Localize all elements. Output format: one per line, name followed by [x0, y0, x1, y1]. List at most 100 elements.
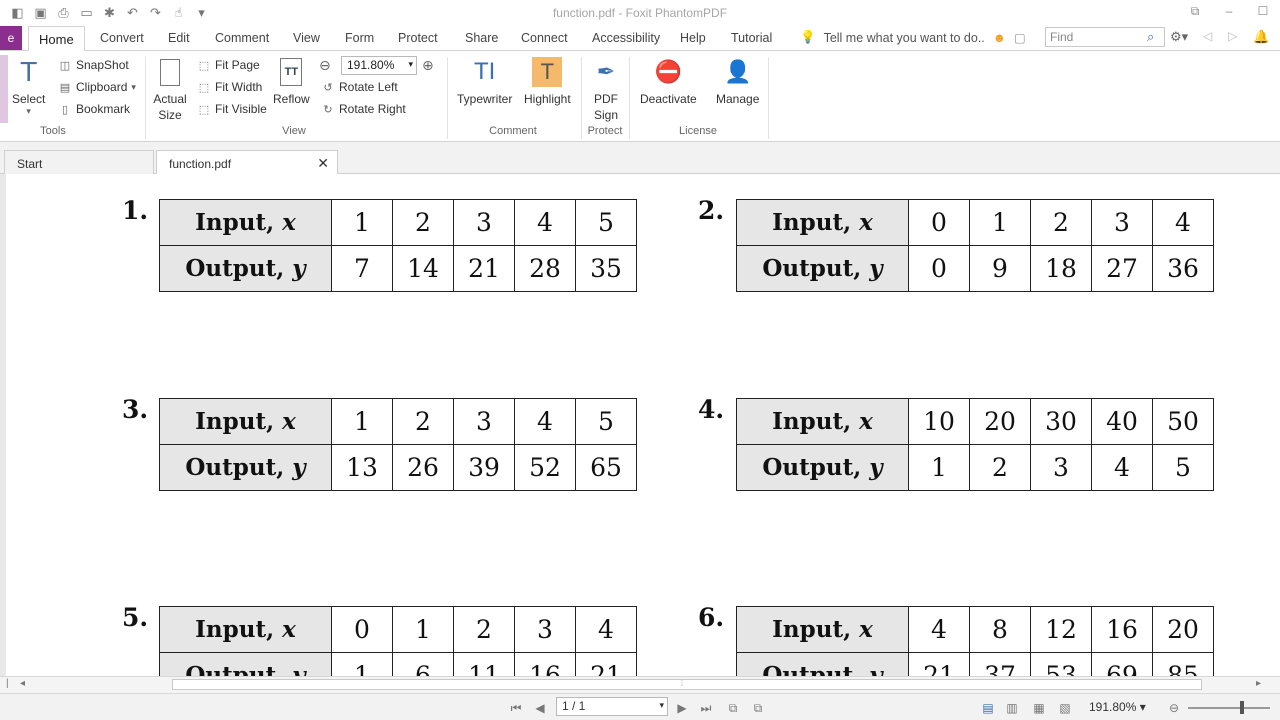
fit-visible-button[interactable]: ⬚ Fit Visible: [197, 99, 267, 119]
table-cell: 12: [1030, 606, 1092, 653]
file-menu[interactable]: e: [0, 26, 22, 50]
maximize-icon[interactable]: ☐: [1246, 0, 1280, 22]
manage-button[interactable]: 👤 Manage: [716, 57, 759, 107]
first-page-icon[interactable]: ⏮: [508, 700, 524, 716]
tab-convert[interactable]: Convert: [100, 31, 144, 45]
page-number-input[interactable]: 1 / 1 ▾: [556, 697, 668, 716]
table-cell: 0: [908, 199, 970, 246]
output-row: Output, y 21 37 53 69 85: [736, 652, 1214, 676]
page-icon: [155, 57, 185, 87]
rotate-right-icon: ↻: [323, 103, 333, 116]
tab-share[interactable]: Share: [465, 31, 498, 45]
zoom-in-icon[interactable]: ⊕: [422, 57, 434, 74]
previous-page-icon[interactable]: ◀: [532, 700, 548, 716]
settings-gear-icon[interactable]: ⚙▾: [1170, 29, 1188, 45]
scroll-left-icon[interactable]: ◂: [20, 678, 25, 689]
input-row: Input, x 4 8 12 16 20: [736, 606, 1214, 653]
zoom-out-status-icon[interactable]: ⊖: [1166, 700, 1182, 716]
table-cell: 1: [969, 199, 1031, 246]
scroll-left-arrow-icon[interactable]: |: [6, 678, 9, 689]
last-page-icon[interactable]: ⏭: [698, 700, 714, 716]
clipboard-button[interactable]: ▤ Clipboard ▾: [58, 77, 136, 97]
table-cell: 3: [1030, 444, 1092, 491]
rotate-left-button[interactable]: ↺ Rotate Left: [321, 77, 397, 97]
pdf-sign-button[interactable]: ✒ PDF Sign: [590, 57, 622, 123]
table-cell: 37: [969, 652, 1031, 676]
deactivate-button[interactable]: ⛔ Deactivate: [640, 57, 697, 107]
zoom-select[interactable]: 191.80% ▾: [341, 56, 417, 75]
horizontal-scrollbar[interactable]: | ◂ ⦙ ▸: [0, 676, 1280, 693]
table-cell: 65: [575, 444, 637, 491]
tab-start[interactable]: Start: [4, 150, 154, 174]
skin-icon[interactable]: ▢: [1014, 30, 1026, 45]
tab-connect[interactable]: Connect: [521, 31, 568, 45]
facing-page-icon[interactable]: ▦: [1031, 700, 1047, 716]
table-cell: 2: [969, 444, 1031, 491]
manage-user-icon: 👤: [723, 59, 752, 84]
page-edge: [0, 174, 6, 676]
select-button[interactable]: 𝖳 Select ▾: [12, 57, 45, 116]
tab-function-pdf[interactable]: function.pdf ✕: [156, 150, 338, 175]
smiley-icon[interactable]: ☻: [993, 31, 1006, 45]
table-cell: 14: [392, 245, 454, 292]
table-cell: 8: [969, 606, 1031, 653]
tab-help[interactable]: Help: [680, 31, 706, 45]
find-search-icon[interactable]: ⌕: [1147, 29, 1154, 45]
table-cell: 1: [331, 398, 393, 445]
tab-home[interactable]: Home: [28, 26, 85, 51]
function-table: Input, x12345 Output, y 7 14 21 28 35: [159, 199, 637, 292]
title-bar: ◧ ▣ ⎙ ▭ ✱ ↶ ↷ ☝ ▾ function.pdf - Foxit P…: [0, 0, 1280, 26]
restore-ribbon-icon[interactable]: ⧉: [1178, 0, 1212, 22]
table-cell: 10: [908, 398, 970, 445]
previous-arrow-icon[interactable]: ◁: [1203, 29, 1212, 43]
scroll-right-icon[interactable]: ▸: [1256, 678, 1261, 689]
zoom-slider[interactable]: [1188, 707, 1270, 709]
next-page-icon[interactable]: ▶: [674, 700, 690, 716]
tab-protect[interactable]: Protect: [398, 31, 438, 45]
tab-comment[interactable]: Comment: [215, 31, 269, 45]
tab-tutorial[interactable]: Tutorial: [731, 31, 772, 45]
scroll-thumb[interactable]: [172, 679, 1202, 690]
status-zoom-level[interactable]: 191.80% ▾: [1089, 700, 1146, 714]
previous-view-icon[interactable]: ⧉: [725, 700, 741, 716]
table-cell: 3: [453, 398, 515, 445]
output-label: Output, y: [736, 245, 909, 292]
reflow-button[interactable]: TT Reflow: [273, 57, 310, 107]
next-arrow-icon[interactable]: ▷: [1228, 29, 1237, 43]
tab-form[interactable]: Form: [345, 31, 374, 45]
close-tab-icon[interactable]: ✕: [317, 155, 329, 172]
output-row: Output, y 7 14 21 28 35: [159, 245, 637, 292]
rotate-right-button[interactable]: ↻ Rotate Right: [321, 99, 405, 119]
zoom-out-icon[interactable]: ⊖: [319, 57, 331, 74]
single-page-icon[interactable]: ▤: [980, 700, 996, 716]
minimize-icon[interactable]: –: [1212, 0, 1246, 22]
table-cell: 53: [1030, 652, 1092, 676]
tab-view[interactable]: View: [293, 31, 320, 45]
table-cell: 3: [1091, 199, 1153, 246]
tell-me-search[interactable]: 💡 Tell me what you want to do.. ☻ ▢: [800, 30, 1026, 45]
input-label: Input, x: [159, 398, 332, 445]
snapshot-button[interactable]: ◫ SnapShot: [58, 55, 129, 75]
input-row: Input, x12345: [159, 199, 637, 246]
zoom-slider-knob[interactable]: [1240, 701, 1244, 714]
typewriter-button[interactable]: TI Typewriter: [457, 57, 512, 107]
notification-bell-icon[interactable]: 🔔: [1253, 29, 1269, 45]
bookmark-button[interactable]: ▯ Bookmark: [58, 99, 130, 119]
table-cell: 1: [908, 444, 970, 491]
document-view[interactable]: 1. Input, x12345 Output, y 7 14 21 28 35 2. I…: [0, 174, 1280, 676]
table-cell: 7: [331, 245, 393, 292]
tab-accessibility[interactable]: Accessibility: [592, 31, 660, 45]
table-cell: 16: [514, 652, 576, 676]
window-controls: ⧉ – ☐: [1178, 0, 1280, 22]
next-view-icon[interactable]: ⧉: [750, 700, 766, 716]
highlight-button[interactable]: T Highlight: [524, 57, 571, 107]
fit-page-button[interactable]: ⬚ Fit Page: [197, 55, 260, 75]
fit-width-button[interactable]: ⬚ Fit Width: [197, 77, 263, 97]
table-cell: 5: [1152, 444, 1214, 491]
problem-number: 5.: [122, 603, 149, 632]
actual-size-button[interactable]: Actual Size: [151, 57, 189, 123]
continuous-page-icon[interactable]: ▥: [1004, 700, 1020, 716]
tab-edit[interactable]: Edit: [168, 31, 190, 45]
continuous-facing-icon[interactable]: ▧: [1057, 700, 1073, 716]
highlight-icon: T: [532, 57, 563, 87]
